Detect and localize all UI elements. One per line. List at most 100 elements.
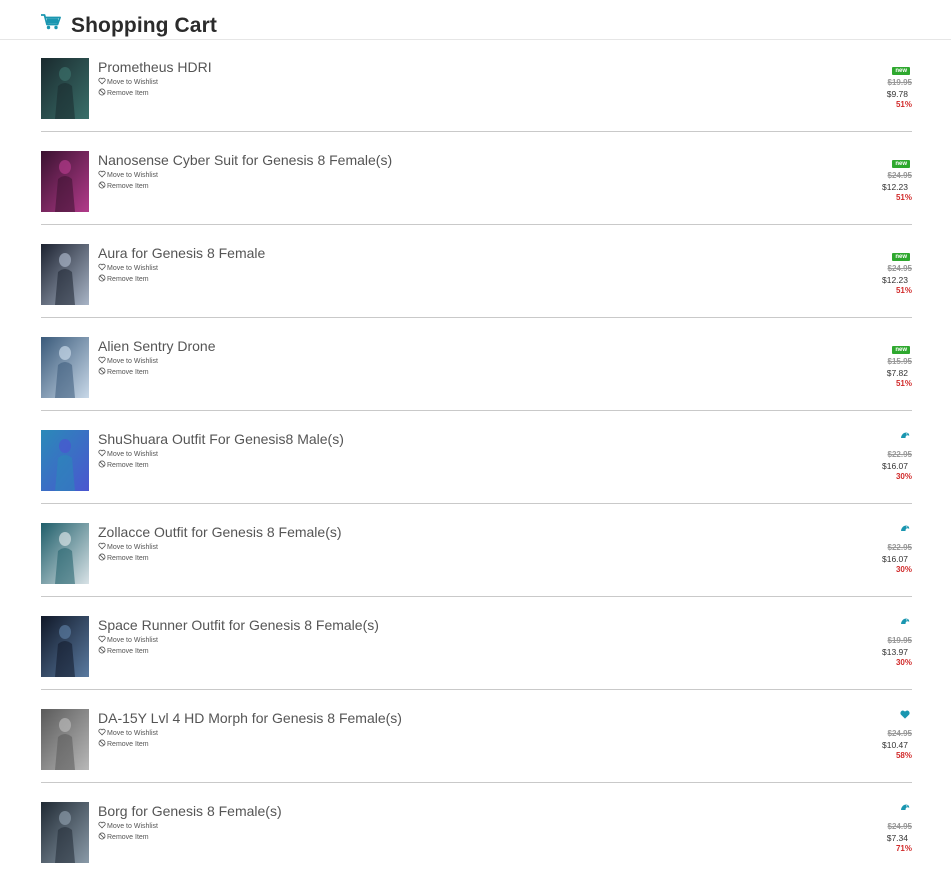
pc-icon — [900, 431, 910, 440]
product-name-link[interactable]: Zollacce Outfit for Genesis 8 Female(s) — [98, 524, 342, 540]
cart-item: Aura for Genesis 8 Female Move to Wishlis… — [41, 225, 912, 318]
product-name-link[interactable]: ShuShuara Outfit For Genesis8 Male(s) — [98, 431, 344, 447]
move-to-wishlist-link[interactable]: Move to Wishlist — [98, 449, 158, 460]
remove-item-link[interactable]: Remove Item — [98, 367, 149, 378]
discount-percent: 51% — [895, 193, 912, 202]
product-thumbnail[interactable] — [41, 337, 89, 398]
new-badge: new — [892, 245, 910, 263]
heart-outline-icon — [98, 635, 106, 643]
pc-icon — [900, 524, 910, 533]
sale-price: $12.23 — [882, 275, 908, 285]
remove-item-link[interactable]: Remove Item — [98, 739, 149, 750]
product-thumbnail[interactable] — [41, 244, 89, 305]
remove-item-link[interactable]: Remove Item — [98, 274, 149, 285]
new-badge-label: new — [892, 160, 910, 168]
remove-label: Remove Item — [107, 834, 149, 841]
product-name-link[interactable]: DA-15Y Lvl 4 HD Morph for Genesis 8 Fema… — [98, 710, 402, 726]
wishlist-label: Move to Wishlist — [107, 79, 158, 86]
wishlist-label: Move to Wishlist — [107, 265, 158, 272]
heart-outline-icon — [98, 77, 106, 85]
remove-label: Remove Item — [107, 90, 149, 97]
new-badge: new — [892, 338, 910, 356]
sale-price: $13.97 — [882, 647, 908, 657]
cart-item: Zollacce Outfit for Genesis 8 Female(s) M… — [41, 504, 912, 597]
remove-item-link[interactable]: Remove Item — [98, 553, 149, 564]
sale-price: $10.47 — [882, 740, 908, 750]
product-thumbnail[interactable] — [41, 430, 89, 491]
product-thumbnail[interactable] — [41, 802, 89, 863]
pc-icon — [900, 617, 910, 626]
original-price: $24.95 — [887, 264, 912, 273]
move-to-wishlist-link[interactable]: Move to Wishlist — [98, 542, 158, 553]
shopping-cart-page: Shopping Cart Prometheus HDRI Move to Wis… — [0, 0, 951, 870]
sale-price: $7.82 — [886, 368, 908, 378]
original-price: $19.95 — [887, 78, 912, 87]
remove-label: Remove Item — [107, 369, 149, 376]
sale-price: $12.23 — [882, 182, 908, 192]
cart-item: DA-15Y Lvl 4 HD Morph for Genesis 8 Fema… — [41, 690, 912, 783]
sale-price: $16.07 — [882, 554, 908, 564]
product-thumbnail[interactable] — [41, 523, 89, 584]
cart-item: Alien Sentry Drone Move to Wishlist Remove… — [41, 318, 912, 411]
product-name-link[interactable]: Nanosense Cyber Suit for Genesis 8 Femal… — [98, 152, 392, 168]
remove-label: Remove Item — [107, 648, 149, 655]
page-title: Shopping Cart — [71, 14, 217, 37]
move-to-wishlist-link[interactable]: Move to Wishlist — [98, 170, 158, 181]
product-name-link[interactable]: Alien Sentry Drone — [98, 338, 216, 354]
wishlist-label: Move to Wishlist — [107, 637, 158, 644]
remove-item-link[interactable]: Remove Item — [98, 88, 149, 99]
discount-percent: 30% — [895, 658, 912, 667]
remove-item-link[interactable]: Remove Item — [98, 460, 149, 471]
move-to-wishlist-link[interactable]: Move to Wishlist — [98, 356, 158, 367]
wishlist-label: Move to Wishlist — [107, 544, 158, 551]
original-price: $24.95 — [887, 729, 912, 738]
product-thumbnail[interactable] — [41, 58, 89, 119]
move-to-wishlist-link[interactable]: Move to Wishlist — [98, 635, 158, 646]
move-to-wishlist-link[interactable]: Move to Wishlist — [98, 263, 158, 274]
product-thumbnail[interactable] — [41, 151, 89, 212]
remove-label: Remove Item — [107, 183, 149, 190]
product-name-link[interactable]: Borg for Genesis 8 Female(s) — [98, 803, 282, 819]
discount-percent: 30% — [895, 472, 912, 481]
remove-item-link[interactable]: Remove Item — [98, 646, 149, 657]
heart-icon — [900, 710, 910, 719]
cart-header: Shopping Cart — [0, 0, 951, 40]
remove-item-link[interactable]: Remove Item — [98, 832, 149, 843]
move-to-wishlist-link[interactable]: Move to Wishlist — [98, 821, 158, 832]
move-to-wishlist-link[interactable]: Move to Wishlist — [98, 728, 158, 739]
pc-icon — [900, 803, 910, 812]
move-to-wishlist-link[interactable]: Move to Wishlist — [98, 77, 158, 88]
new-badge-label: new — [892, 253, 910, 261]
product-thumbnail[interactable] — [41, 709, 89, 770]
remove-item-link[interactable]: Remove Item — [98, 181, 149, 192]
wishlist-label: Move to Wishlist — [107, 730, 158, 737]
ban-icon — [98, 181, 106, 189]
heart-outline-icon — [98, 356, 106, 364]
wishlist-label: Move to Wishlist — [107, 823, 158, 830]
heart-outline-icon — [98, 263, 106, 271]
wishlist-label: Move to Wishlist — [107, 172, 158, 179]
ban-icon — [98, 88, 106, 96]
cart-item: Space Runner Outfit for Genesis 8 Female… — [41, 597, 912, 690]
cart-item: Prometheus HDRI Move to Wishlist Remove It… — [41, 39, 912, 132]
cart-item-list: Prometheus HDRI Move to Wishlist Remove It… — [41, 39, 912, 870]
ban-icon — [98, 460, 106, 468]
cart-item: Nanosense Cyber Suit for Genesis 8 Femal… — [41, 132, 912, 225]
original-price: $24.95 — [887, 171, 912, 180]
discount-percent: 51% — [895, 379, 912, 388]
product-name-link[interactable]: Prometheus HDRI — [98, 59, 212, 75]
product-thumbnail[interactable] — [41, 616, 89, 677]
original-price: $22.95 — [887, 543, 912, 552]
remove-label: Remove Item — [107, 462, 149, 469]
ban-icon — [98, 274, 106, 282]
discount-percent: 71% — [895, 844, 912, 853]
cart-item: ShuShuara Outfit For Genesis8 Male(s) Mov… — [41, 411, 912, 504]
remove-label: Remove Item — [107, 741, 149, 748]
product-name-link[interactable]: Space Runner Outfit for Genesis 8 Female… — [98, 617, 379, 633]
new-badge-label: new — [892, 346, 910, 354]
ban-icon — [98, 553, 106, 561]
original-price: $24.95 — [887, 822, 912, 831]
discount-percent: 51% — [895, 286, 912, 295]
product-name-link[interactable]: Aura for Genesis 8 Female — [98, 245, 265, 261]
new-badge-label: new — [892, 67, 910, 75]
